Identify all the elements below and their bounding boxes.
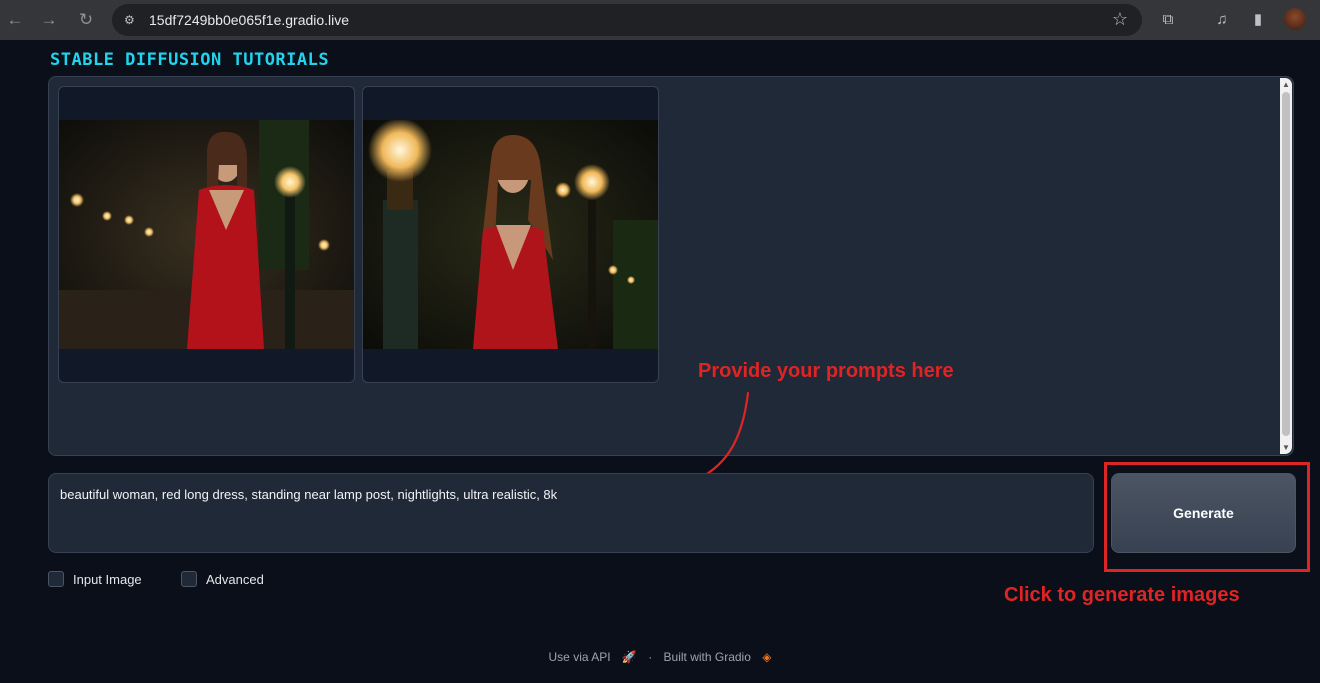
site-settings-icon[interactable]: ⚙ (124, 12, 140, 28)
footer: Use via API 🚀 · Built with Gradio ◈ (0, 650, 1320, 664)
checkbox-label[interactable]: Input Image (73, 572, 142, 587)
side-panel-icon[interactable]: ▮ (1248, 10, 1268, 30)
media-control-icon[interactable]: ♫ (1212, 10, 1232, 30)
checkbox-box[interactable] (48, 571, 64, 587)
generated-image[interactable] (363, 120, 658, 349)
generated-image[interactable] (59, 120, 354, 349)
generate-hint-annotation: Click to generate images (1004, 584, 1240, 606)
gallery-thumbnail[interactable] (362, 86, 659, 383)
browser-toolbar: ← → ↻ ⚙ 15df7249bb0e065f1e.gradio.live ☆… (0, 0, 1320, 40)
gallery-scrollbar[interactable]: ▲ ▼ (1280, 78, 1292, 454)
checkbox-label[interactable]: Advanced (206, 572, 264, 587)
prompt-hint-annotation: Provide your prompts here (698, 360, 954, 382)
address-bar[interactable]: ⚙ 15df7249bb0e065f1e.gradio.live ☆ (112, 4, 1142, 36)
reload-icon[interactable]: ↻ (74, 8, 98, 32)
bookmark-star-icon[interactable]: ☆ (1112, 9, 1128, 30)
gallery-thumbnail[interactable] (58, 86, 355, 383)
gradio-logo-icon: ◈ (762, 650, 772, 664)
scroll-down-icon[interactable]: ▼ (1282, 443, 1290, 452)
back-icon[interactable]: ← (3, 8, 27, 32)
input-image-checkbox[interactable]: Input Image (48, 571, 142, 587)
use-api-link[interactable]: Use via API (549, 650, 611, 664)
built-with-gradio-link[interactable]: Built with Gradio (664, 650, 751, 664)
prompt-textbox[interactable]: beautiful woman, red long dress, standin… (48, 473, 1094, 553)
advanced-checkbox[interactable]: Advanced (181, 571, 264, 587)
footer-separator: · (648, 650, 653, 664)
forward-icon[interactable]: → (37, 8, 61, 32)
scrollbar-thumb[interactable] (1282, 92, 1290, 436)
scroll-up-icon[interactable]: ▲ (1282, 80, 1290, 89)
url-text[interactable]: 15df7249bb0e065f1e.gradio.live (149, 12, 349, 28)
app-title: STABLE DIFFUSION TUTORIALS (50, 50, 330, 70)
generate-button[interactable]: Generate (1111, 473, 1296, 553)
rocket-icon: 🚀 (621, 650, 637, 664)
checkbox-box[interactable] (181, 571, 197, 587)
extensions-icon[interactable]: ⧉ (1158, 10, 1178, 30)
profile-avatar[interactable] (1284, 8, 1306, 30)
prompt-value[interactable]: beautiful woman, red long dress, standin… (60, 487, 557, 502)
